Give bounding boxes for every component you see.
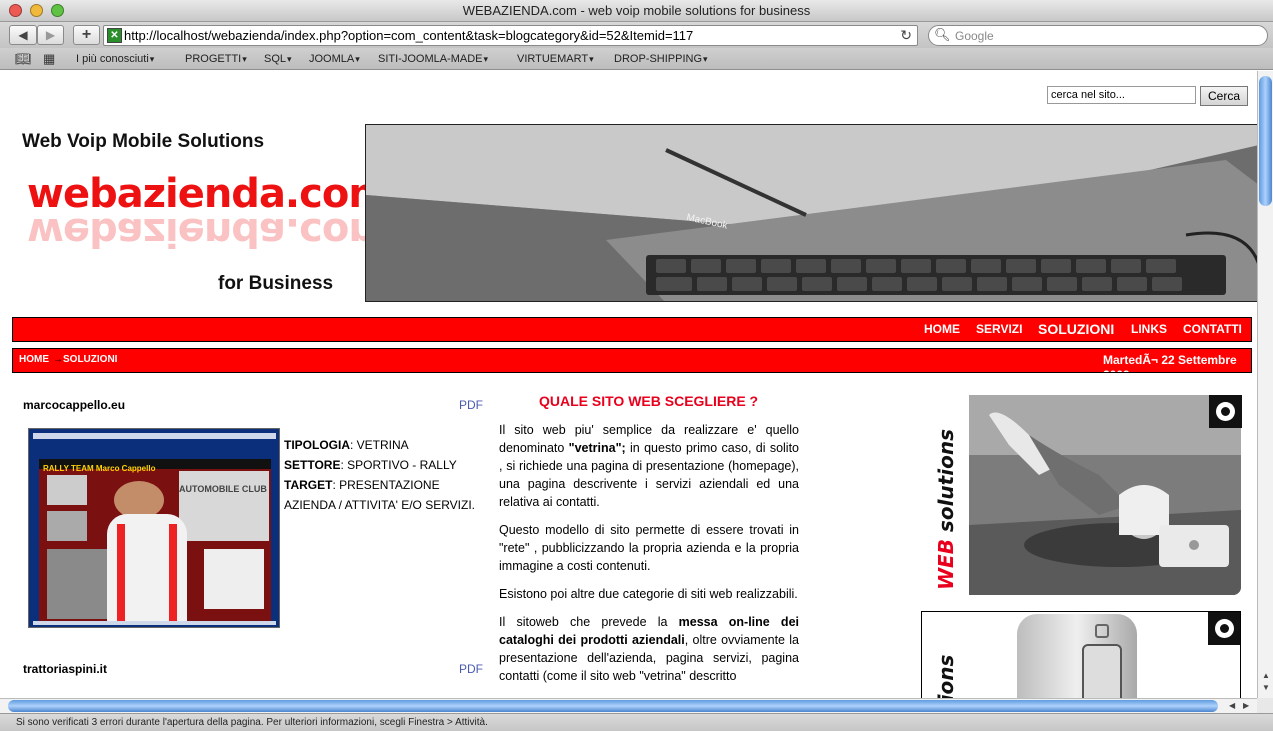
main-nav: HOME SERVIZI SOLUZIONI LINKS CONTATTI [12, 317, 1252, 342]
bookmark-item[interactable]: VIRTUEMART [517, 53, 594, 65]
nav-item-soluzioni[interactable]: SOLUZIONI [1038, 321, 1114, 337]
laptop-illustration: MacBook [366, 125, 1257, 301]
bookmark-item[interactable]: PROGETTI [185, 53, 247, 65]
current-date: MartedÃ¬ 22 Settembre 2009 [1103, 353, 1237, 372]
scroll-up-arrow-icon[interactable]: ▲ [1262, 671, 1270, 680]
play-icon [1216, 402, 1235, 421]
pdf-link[interactable]: PDF [459, 662, 483, 676]
nav-item-links[interactable]: LINKS [1131, 322, 1167, 336]
scroll-right-arrow-icon[interactable]: ▶ [1243, 701, 1249, 710]
status-text: Si sono verificati 3 errori durante l'ap… [16, 717, 488, 728]
scroll-left-arrow-icon[interactable]: ◀ [1229, 701, 1235, 710]
resize-corner[interactable] [1257, 698, 1273, 713]
window-title: WEBAZIENDA.com - web voip mobile solutio… [462, 3, 811, 18]
article-paragraph: Esistono poi altre due categorie di siti… [499, 587, 798, 601]
project-title[interactable]: trattoriaspini.it [23, 662, 107, 676]
woman-with-laptop-image [969, 395, 1241, 595]
project-title[interactable]: marcocappello.eu [23, 398, 125, 412]
bookmark-item[interactable]: JOOMLA [309, 53, 360, 65]
browser-toolbar: ◀ ▶ + ✕ http://localhost/webazienda/inde… [0, 22, 1273, 48]
site-search-button[interactable]: Cerca [1200, 86, 1248, 106]
bookmark-item[interactable]: DROP-SHIPPING [614, 53, 708, 65]
project-screenshot-image[interactable]: RALLY TEAM Marco Cappello AUTOMOBILE CLU… [28, 428, 280, 628]
google-search-field[interactable]: 🔍︎ Google [928, 25, 1268, 46]
bookmarks-bar: 📖︎ ▦ I più conosciuti PROGETTI SQL JOOML… [0, 48, 1273, 70]
joomla-favicon-icon: ✕ [107, 28, 122, 43]
reload-icon[interactable]: ↻ [900, 27, 912, 44]
forward-arrow-icon: ▶ [45, 28, 56, 42]
play-icon [1215, 619, 1234, 638]
info-label: TARGET [284, 478, 333, 492]
bookmark-item[interactable]: I più conosciuti [76, 53, 154, 65]
mobile-solutions-text: lutions [934, 654, 958, 698]
search-icon: 🔍︎ [934, 27, 951, 42]
site-tagline: Web Voip Mobile Solutions [22, 131, 265, 152]
breadcrumb: HOME → SOLUZIONI MartedÃ¬ 22 Settembre 2… [12, 348, 1252, 373]
title-bar: WEBAZIENDA.com - web voip mobile solutio… [0, 0, 1273, 22]
screenshot-sign: AUTOMOBILE CLUB [179, 484, 267, 494]
site-search-input[interactable] [1047, 86, 1196, 104]
web-solutions-text: WEB solutions [934, 429, 958, 590]
add-bookmark-button[interactable]: + [73, 25, 100, 45]
site-logo-reflection: webazienda.com [27, 215, 389, 249]
info-value: : SPORTIVO - RALLY [340, 458, 457, 472]
web-solutions-banner[interactable]: WEB solutions [922, 394, 1242, 597]
info-label: SETTORE [284, 458, 341, 472]
browser-window: WEBAZIENDA.com - web voip mobile solutio… [0, 0, 1273, 731]
phone-image [1017, 614, 1137, 698]
info-label: TIPOLOGIA [284, 438, 350, 452]
breadcrumb-arrow-icon: → [53, 354, 63, 365]
play-button[interactable] [1208, 612, 1240, 645]
vertical-scrollbar[interactable]: ▲ ▼ [1257, 71, 1273, 698]
site-tagline-business: for Business [218, 273, 334, 294]
play-button[interactable] [1209, 395, 1242, 428]
nav-item-home[interactable]: HOME [924, 322, 960, 336]
pdf-link[interactable]: PDF [459, 398, 483, 412]
screenshot-caption: RALLY TEAM Marco Cappello [43, 464, 156, 473]
nav-item-servizi[interactable]: SERVIZI [976, 322, 1022, 336]
nav-item-contatti[interactable]: CONTATTI [1183, 322, 1242, 336]
project-info: TIPOLOGIA: VETRINA SETTORE: SPORTIVO - R… [284, 435, 484, 515]
article-body: Il sito web piu' semplice da realizzare … [499, 421, 799, 695]
grid-icon[interactable]: ▦ [43, 51, 55, 67]
back-arrow-icon: ◀ [18, 28, 28, 42]
mobile-solutions-banner[interactable]: lutions [921, 611, 1241, 698]
info-value: : VETRINA [350, 438, 409, 452]
breadcrumb-home-link[interactable]: HOME [19, 354, 49, 365]
back-button[interactable]: ◀ [9, 25, 37, 45]
bookmark-item[interactable]: SITI-JOOMLA-MADE [378, 53, 488, 65]
article-heading: QUALE SITO WEB SCEGLIERE ? [539, 393, 759, 409]
address-bar[interactable]: ✕ http://localhost/webazienda/index.php?… [103, 25, 918, 46]
site-logo[interactable]: webazienda.com [27, 171, 390, 217]
bookmark-item[interactable]: SQL [264, 53, 292, 65]
open-book-icon[interactable]: 📖︎ [15, 51, 32, 67]
horizontal-scroll-thumb[interactable] [8, 700, 1218, 712]
scroll-down-arrow-icon[interactable]: ▼ [1262, 683, 1270, 692]
address-bar-url[interactable]: http://localhost/webazienda/index.php?op… [124, 28, 693, 43]
article-paragraph: Questo modello di sito permette di esser… [499, 523, 799, 573]
horizontal-scrollbar[interactable]: ◀ ▶ [0, 698, 1257, 713]
vertical-scroll-thumb[interactable] [1259, 76, 1272, 206]
header-banner-laptop-image: MacBook [365, 124, 1257, 302]
page-viewport: Cerca Web Voip Mobile Solutions webazien… [0, 71, 1257, 698]
breadcrumb-current: SOLUZIONI [63, 354, 118, 365]
forward-button[interactable]: ▶ [37, 25, 64, 45]
article-paragraph: Il sitoweb che prevede la messa on-line … [499, 615, 799, 683]
article-paragraph: Il sito web piu' semplice da realizzare … [499, 423, 799, 509]
status-bar: Si sono verificati 3 errori durante l'ap… [0, 713, 1273, 731]
google-search-placeholder: Google [955, 29, 994, 43]
